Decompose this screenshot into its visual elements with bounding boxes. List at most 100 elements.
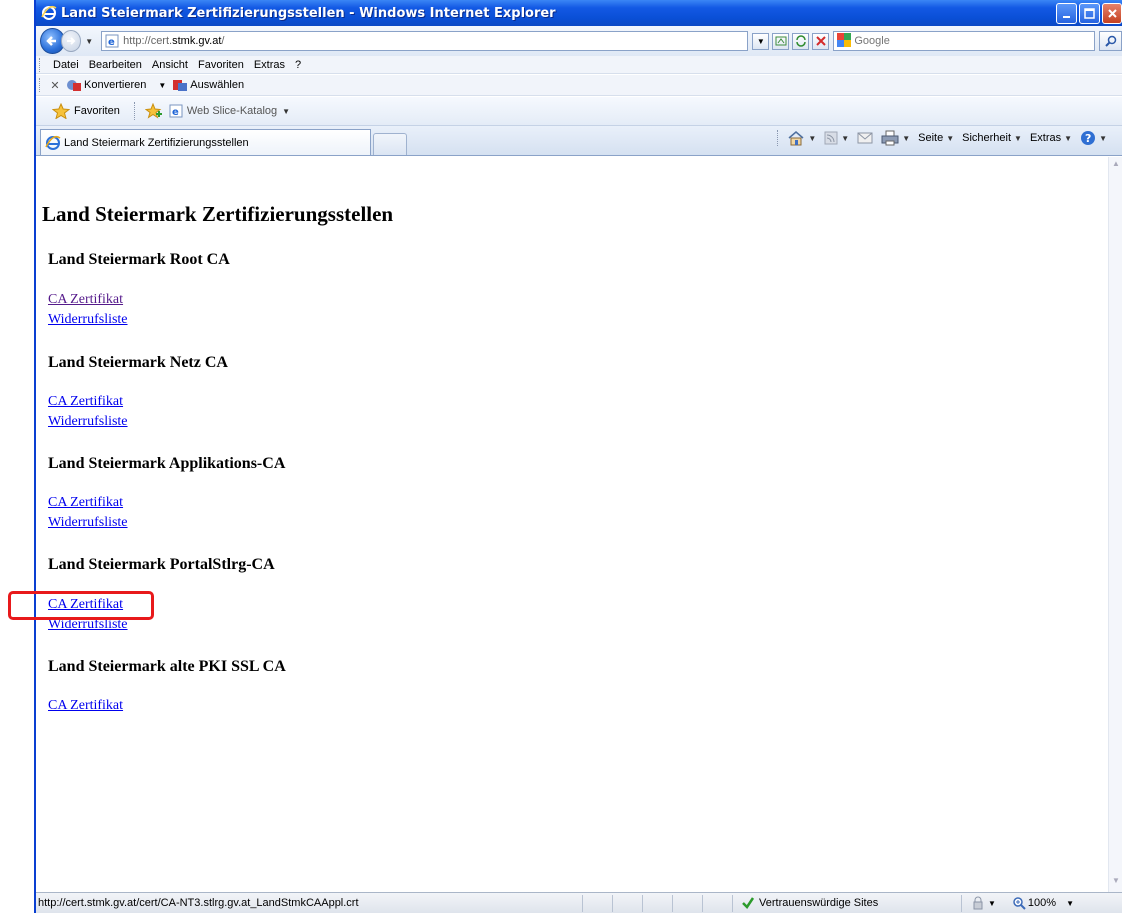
print-button[interactable]: ▼	[878, 130, 913, 146]
menu-datei[interactable]: Datei	[48, 59, 84, 71]
scroll-down-icon[interactable]: ▼	[1110, 876, 1122, 890]
ie-logo-icon	[45, 135, 61, 150]
svg-text:?: ?	[1085, 132, 1091, 145]
chevron-down-icon: ▼	[808, 133, 817, 143]
protected-mode-button[interactable]: ▼	[970, 896, 996, 910]
status-cell	[732, 894, 733, 912]
chevron-down-icon: ▼	[1066, 898, 1074, 908]
lock-icon	[973, 896, 983, 910]
web-slice-gallery[interactable]: e Web Slice-Katalog ▼	[169, 104, 290, 118]
menu-favoriten[interactable]: Favoriten	[193, 59, 249, 71]
close-window-button[interactable]	[1102, 3, 1122, 24]
chevron-down-icon: ▼	[756, 36, 765, 46]
maximize-button[interactable]	[1079, 3, 1100, 24]
section-title-root-ca: Land Steiermark Root CA	[48, 251, 230, 268]
status-text: http://cert.stmk.gv.at/cert/CA-NT3.stlrg…	[38, 897, 359, 909]
vertical-scrollbar[interactable]: ▲ ▼	[1108, 157, 1122, 892]
new-tab-button[interactable]	[373, 133, 407, 155]
highlight-annotation	[8, 591, 154, 620]
address-dropdown-button[interactable]: ▼	[752, 32, 770, 50]
search-input[interactable]	[854, 35, 1095, 47]
zoom-icon	[1013, 897, 1026, 910]
home-button[interactable]: ▼	[784, 130, 819, 146]
netz-ca-certificate-link[interactable]: CA Zertifikat	[48, 394, 123, 410]
search-button[interactable]	[1099, 31, 1122, 51]
section-title-portal-ca: Land Steiermark PortalStlrg-CA	[48, 556, 275, 573]
status-cell	[642, 894, 672, 912]
forward-button[interactable]	[60, 30, 82, 52]
recent-pages-dropdown[interactable]: ▼	[85, 37, 93, 46]
status-cell	[961, 894, 962, 912]
address-field[interactable]: e http://cert.stmk.gv.at/	[101, 31, 749, 51]
converter-toolbar: ✕ Konvertieren ▼ Auswählen	[36, 75, 1122, 96]
close-icon	[1107, 9, 1117, 18]
select-button[interactable]: Auswählen	[172, 78, 244, 92]
feeds-button[interactable]: ▼	[821, 131, 852, 145]
chevron-down-icon: ▼	[282, 106, 291, 116]
root-ca-crl-link[interactable]: Widerrufsliste	[48, 312, 128, 328]
alte-pki-ssl-ca-certificate-link[interactable]: CA Zertifikat	[48, 698, 123, 714]
applikations-ca-certificate-link[interactable]: CA Zertifikat	[48, 495, 123, 511]
search-field[interactable]	[833, 31, 1096, 51]
refresh-icon	[796, 35, 806, 47]
refresh-button[interactable]	[792, 32, 810, 50]
status-bar: http://cert.stmk.gv.at/cert/CA-NT3.stlrg…	[36, 892, 1122, 913]
menu-ansicht[interactable]: Ansicht	[147, 59, 193, 71]
convert-button[interactable]: Konvertieren	[66, 78, 146, 92]
safety-menu[interactable]: Sicherheit ▼	[959, 132, 1025, 144]
status-cell	[582, 894, 612, 912]
status-cell	[672, 894, 702, 912]
netz-ca-crl-link[interactable]: Widerrufsliste	[48, 414, 128, 430]
applikations-ca-crl-link[interactable]: Widerrufsliste	[48, 515, 128, 531]
command-bar: ▼ ▼ ▼ Seite ▼ Sicherheit ▼ Extras ▼ ? ▼	[773, 130, 1110, 146]
back-arrow-icon	[46, 36, 57, 46]
menu-extras[interactable]: Extras	[249, 59, 290, 71]
address-toolbar: ▼ e http://cert.stmk.gv.at/ ▼	[36, 26, 1122, 56]
zoom-control[interactable]: 100% ▼	[1012, 896, 1074, 910]
scroll-up-icon[interactable]: ▲	[1110, 159, 1122, 173]
forward-arrow-icon	[66, 37, 76, 45]
add-to-favorites-button[interactable]	[144, 103, 163, 119]
browser-window: Land Steiermark Zertifizierungsstellen -…	[34, 0, 1122, 913]
favorites-toolbar: Favoriten e Web Slice-Katalog ▼	[36, 97, 1122, 126]
ie-page-icon: e	[169, 104, 183, 118]
title-bar: Land Steiermark Zertifizierungsstellen -…	[36, 0, 1122, 26]
url-text: http://cert.stmk.gv.at/	[123, 35, 225, 47]
printer-icon	[881, 130, 899, 146]
read-mail-button[interactable]	[854, 132, 876, 144]
pdf-convert-icon	[67, 80, 81, 91]
chevron-down-icon: ▼	[841, 133, 850, 143]
page-icon: e	[105, 34, 119, 48]
toolbar-grip[interactable]	[39, 57, 42, 72]
menu-bearbeiten[interactable]: Bearbeiten	[84, 59, 147, 71]
stop-button[interactable]	[812, 32, 830, 50]
compatibility-icon	[775, 36, 787, 46]
star-icon	[52, 103, 70, 119]
svg-text:e: e	[108, 37, 115, 48]
convert-dropdown[interactable]: ▼	[158, 81, 166, 90]
toolbar-grip[interactable]	[39, 78, 42, 92]
help-button[interactable]: ? ▼	[1077, 130, 1110, 146]
chevron-down-icon: ▼	[902, 133, 911, 143]
status-cell	[612, 894, 642, 912]
minimize-button[interactable]	[1056, 3, 1077, 24]
checkmark-icon	[742, 897, 755, 909]
root-ca-certificate-link[interactable]: CA Zertifikat	[48, 292, 123, 308]
tab-bar: Land Steiermark Zertifizierungsstellen ▼…	[36, 126, 1122, 156]
google-icon	[837, 32, 852, 50]
window-title: Land Steiermark Zertifizierungsstellen -…	[61, 5, 556, 21]
close-toolbar-icon[interactable]: ✕	[48, 79, 62, 92]
favorites-button[interactable]: Favoriten	[52, 103, 120, 119]
security-zone[interactable]: Vertrauenswürdige Sites	[741, 896, 961, 910]
add-favorite-icon	[144, 103, 162, 119]
tools-menu[interactable]: Extras ▼	[1027, 132, 1075, 144]
section-title-alte-pki-ssl-ca: Land Steiermark alte PKI SSL CA	[48, 658, 286, 675]
page-menu[interactable]: Seite ▼	[915, 132, 957, 144]
section-title-applikations-ca: Land Steiermark Applikations-CA	[48, 455, 286, 472]
ie-logo-icon	[40, 4, 58, 22]
help-icon: ?	[1081, 131, 1096, 145]
page-content: Land Steiermark Zertifizierungsstellen L…	[36, 157, 1108, 892]
menu-help[interactable]: ?	[290, 59, 306, 71]
tab-active[interactable]: Land Steiermark Zertifizierungsstellen	[40, 129, 371, 155]
compatibility-view-button[interactable]	[772, 32, 790, 50]
